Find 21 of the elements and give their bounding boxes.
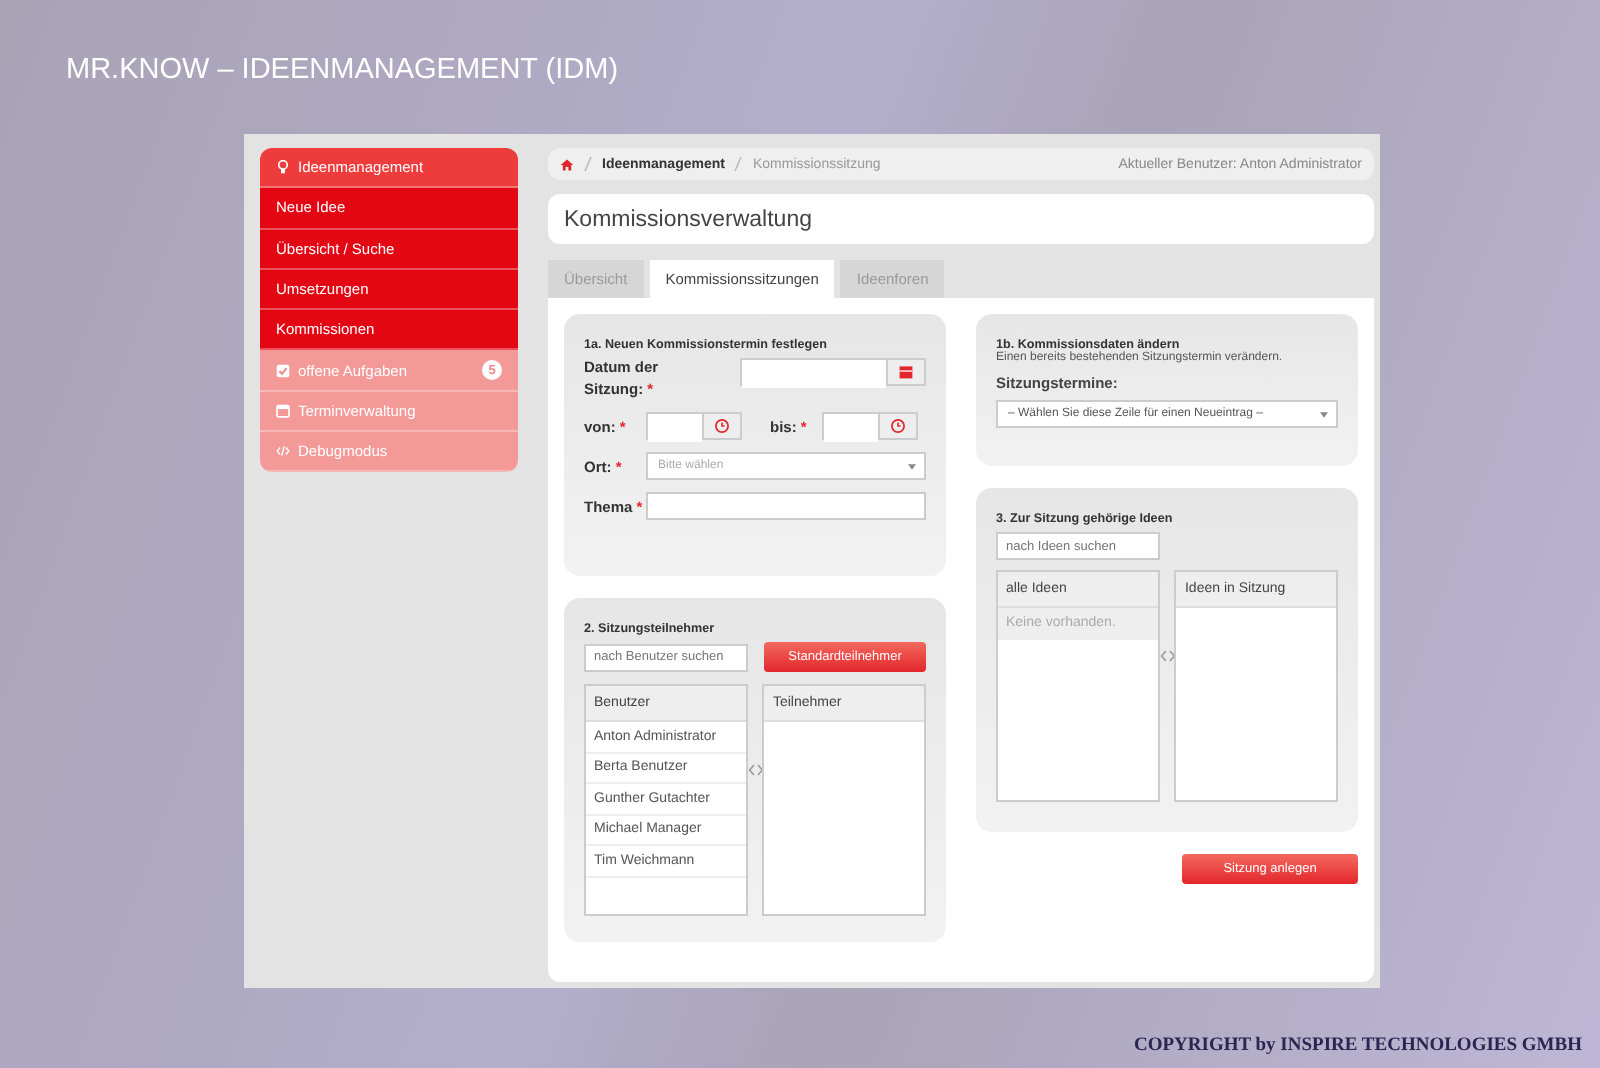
code-icon <box>276 444 290 459</box>
calendar-icon <box>898 364 914 380</box>
topic-field[interactable] <box>646 492 926 520</box>
clock-icon <box>890 418 906 434</box>
lightbulb-icon <box>276 160 290 175</box>
separator-icon <box>734 156 743 172</box>
transfer-icon[interactable] <box>1159 650 1175 662</box>
time-field[interactable] <box>646 412 742 440</box>
page-title: Kommissionsverwaltung <box>548 194 1374 244</box>
date-field[interactable] <box>739 358 926 386</box>
caret-icon <box>1320 411 1328 417</box>
clock-icon <box>714 418 730 434</box>
calendar-icon <box>276 403 290 418</box>
time-field[interactable] <box>822 412 918 440</box>
copyright-text: COPYRIGHT by INSPIRE TECHNOLOGIES GMBH <box>1133 1036 1582 1056</box>
transfer-icon[interactable] <box>747 764 763 776</box>
home-icon[interactable] <box>560 157 574 171</box>
checkbox-icon <box>276 363 290 378</box>
slide-title: MR.KNOW – IDEENMANAGEMENT (IDM) <box>66 54 621 90</box>
caret-icon <box>908 463 916 469</box>
separator-icon <box>584 156 592 172</box>
